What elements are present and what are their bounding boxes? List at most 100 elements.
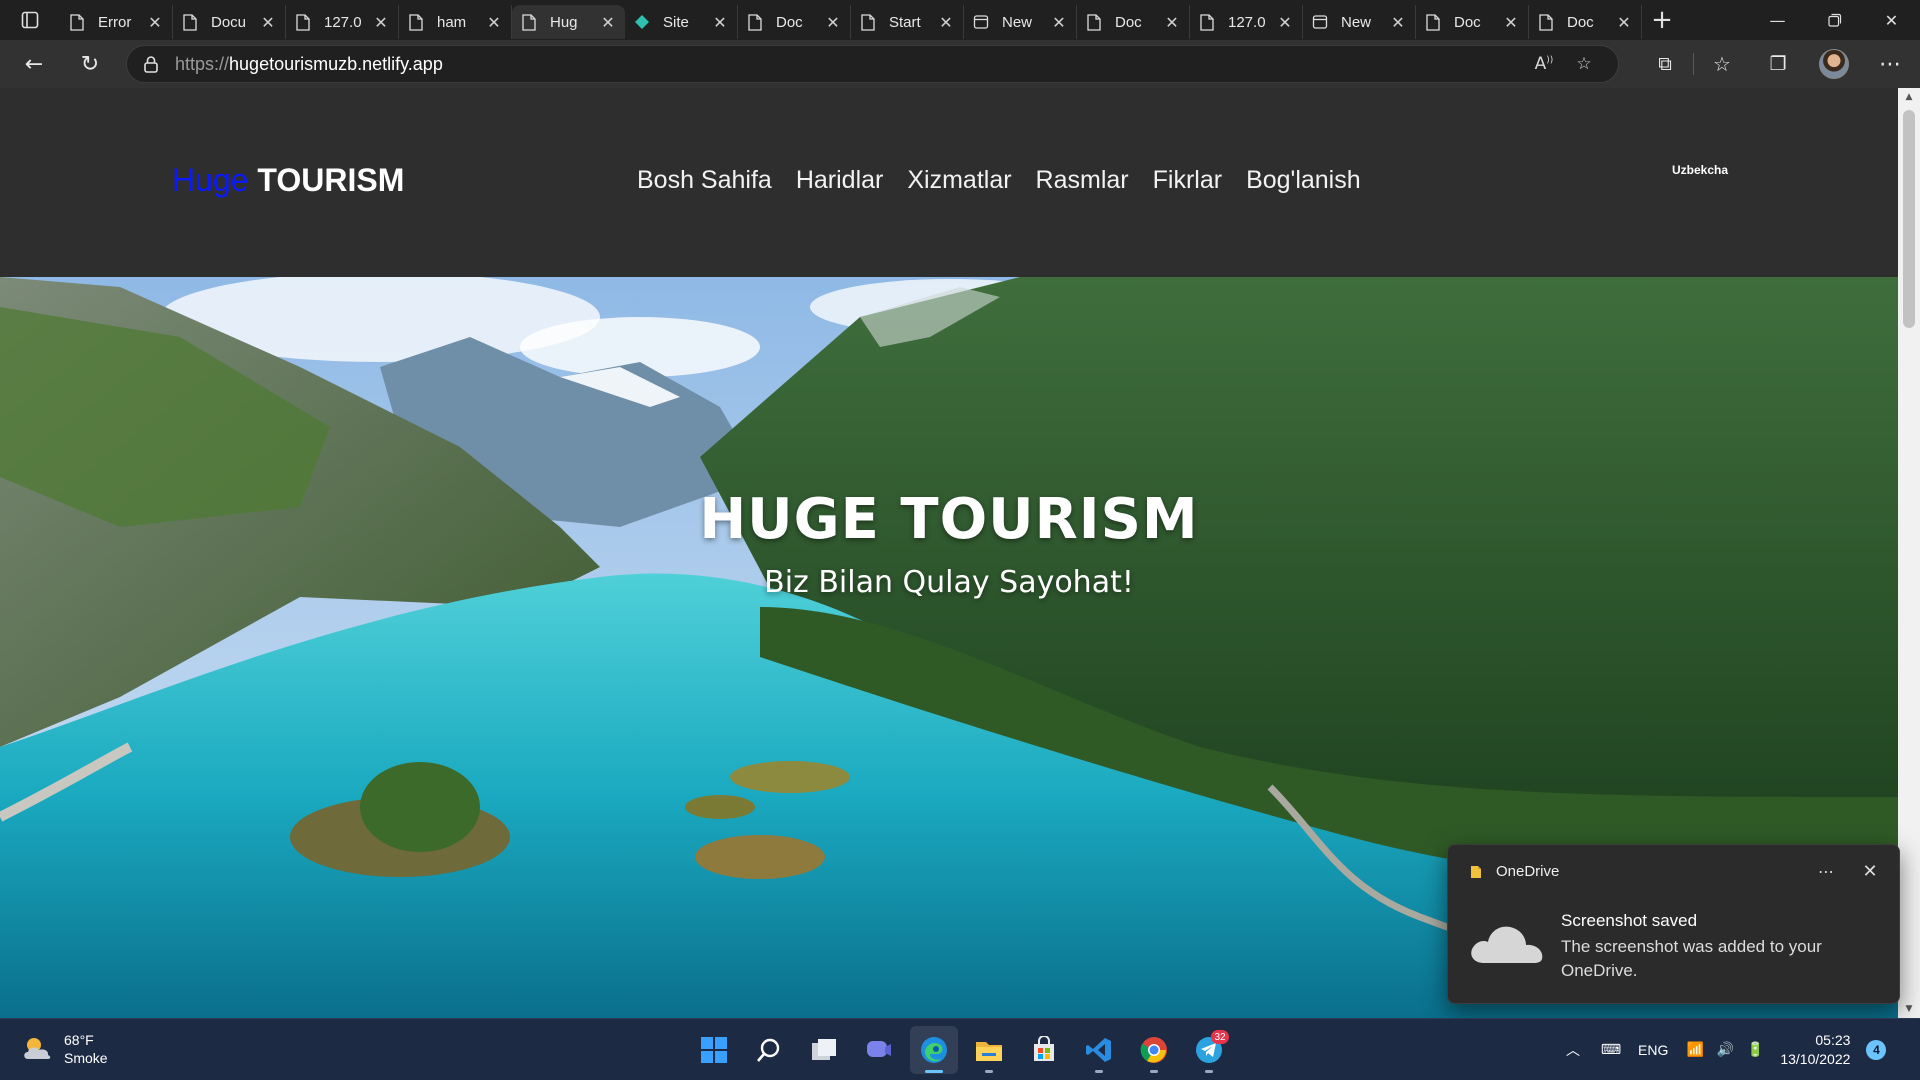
- nav-link[interactable]: Rasmlar: [1036, 166, 1129, 195]
- tab-close-icon[interactable]: ✕: [1050, 13, 1068, 32]
- start-icon: [701, 1037, 727, 1063]
- browser-tab[interactable]: Start ✕: [851, 5, 964, 39]
- browser-tab[interactable]: Doc ✕: [1529, 5, 1642, 39]
- url-text: https://hugetourismuzb.netlify.app: [175, 54, 1524, 75]
- scroll-down-arrow-icon[interactable]: ▼: [1898, 1000, 1920, 1018]
- page-icon: [746, 13, 764, 31]
- nav-link[interactable]: Haridlar: [796, 166, 884, 195]
- tab-close-icon[interactable]: ✕: [1389, 13, 1407, 32]
- close-icon: ✕: [1884, 10, 1899, 30]
- battery-button[interactable]: 🔋: [1740, 1035, 1770, 1065]
- store-button[interactable]: [1020, 1026, 1068, 1074]
- language-selector[interactable]: Uzbekcha: [1672, 163, 1728, 177]
- vscode-icon: [1086, 1038, 1111, 1062]
- tab-list: Error ✕ Docu ✕ 127.0 ✕ ham ✕ Hug ✕ Site ✕ Doc ✕ Start ✕…: [60, 1, 1642, 39]
- collections-button[interactable]: ❐: [1750, 44, 1806, 84]
- battery-icon: 🔋: [1746, 1042, 1765, 1058]
- nav-link[interactable]: Fikrlar: [1153, 166, 1222, 195]
- browser-tab[interactable]: Hug ✕: [512, 5, 625, 39]
- weather-widget[interactable]: 68°F Smoke: [22, 1031, 108, 1067]
- touch-keyboard-button[interactable]: ⌨: [1596, 1035, 1626, 1065]
- task-view-icon: [812, 1039, 836, 1060]
- tab-close-icon[interactable]: ✕: [1502, 13, 1520, 32]
- hero-title: HUGE TOURISM: [699, 487, 1199, 552]
- favorites-icon: ☆: [1713, 52, 1731, 76]
- settings-menu-button[interactable]: ⋯: [1862, 44, 1918, 84]
- tab-close-icon[interactable]: ✕: [485, 13, 503, 32]
- clock[interactable]: 05:23 13/10/2022: [1780, 1031, 1850, 1069]
- show-hidden-icons-button[interactable]: ︿: [1558, 1035, 1588, 1065]
- browser-tab[interactable]: Doc ✕: [1416, 5, 1529, 39]
- toast-more-button[interactable]: ⋯: [1808, 857, 1844, 885]
- task-view-button[interactable]: [800, 1026, 848, 1074]
- new-tab-button[interactable]: +: [1642, 0, 1682, 40]
- close-window-button[interactable]: ✕: [1863, 0, 1920, 40]
- scrollbar-thumb[interactable]: [1903, 110, 1915, 328]
- browser-tab[interactable]: 127.0 ✕: [1190, 5, 1303, 39]
- browser-tab[interactable]: New ✕: [1303, 5, 1416, 39]
- tab-actions-button[interactable]: [0, 0, 60, 40]
- back-arrow-icon: ←: [24, 51, 44, 77]
- address-bar[interactable]: https://hugetourismuzb.netlify.app A)) ☆: [126, 45, 1619, 83]
- newtab-icon: [1311, 13, 1329, 31]
- tab-close-icon[interactable]: ✕: [372, 13, 390, 32]
- netlify-icon: [633, 13, 651, 31]
- nav-link[interactable]: Bosh Sahifa: [637, 166, 772, 195]
- browser-tab[interactable]: Docu ✕: [173, 5, 286, 39]
- input-language[interactable]: ENG: [1638, 1042, 1668, 1058]
- avatar: [1819, 49, 1849, 79]
- chrome-button[interactable]: [1130, 1026, 1178, 1074]
- profile-button[interactable]: [1806, 44, 1862, 84]
- start-button[interactable]: [690, 1026, 738, 1074]
- vscode-button[interactable]: [1075, 1026, 1123, 1074]
- browser-tab[interactable]: 127.0 ✕: [286, 5, 399, 39]
- favorites-button[interactable]: ☆: [1694, 44, 1750, 84]
- tab-close-icon[interactable]: ✕: [259, 13, 277, 32]
- browser-tab[interactable]: Error ✕: [60, 5, 173, 39]
- page-scrollbar[interactable]: ▲ ▼: [1898, 88, 1920, 1018]
- network-button[interactable]: 📶: [1680, 1035, 1710, 1065]
- onedrive-notification[interactable]: OneDrive ⋯ ✕ Screenshot saved The screen…: [1447, 844, 1900, 1004]
- browser-toolbar: ← ↻ https://hugetourismuzb.netlify.app A…: [0, 40, 1920, 88]
- hero-subtitle: Biz Bilan Qulay Sayohat!: [764, 565, 1134, 600]
- puzzle-icon: ⧉: [1658, 53, 1672, 75]
- browser-tab[interactable]: Doc ✕: [1077, 5, 1190, 39]
- telegram-button[interactable]: 32: [1185, 1026, 1233, 1074]
- add-favorite-button[interactable]: ☆: [1564, 49, 1604, 79]
- chat-button[interactable]: [855, 1026, 903, 1074]
- scroll-up-arrow-icon[interactable]: ▲: [1898, 88, 1920, 106]
- browser-tab[interactable]: ham ✕: [399, 5, 512, 39]
- window-controls: — ✕: [1749, 0, 1920, 40]
- edge-button[interactable]: [910, 1026, 958, 1074]
- search-button[interactable]: [745, 1026, 793, 1074]
- tab-close-icon[interactable]: ✕: [1615, 13, 1633, 32]
- tab-close-icon[interactable]: ✕: [937, 13, 955, 32]
- nav-link[interactable]: Xizmatlar: [907, 166, 1011, 195]
- volume-button[interactable]: 🔊: [1710, 1035, 1740, 1065]
- nav-link[interactable]: Bog'lanish: [1246, 166, 1361, 195]
- clock-date: 13/10/2022: [1780, 1051, 1851, 1067]
- extensions-button[interactable]: ⧉: [1637, 44, 1693, 84]
- newtab-icon: [972, 13, 990, 31]
- collections-icon: ❐: [1769, 53, 1787, 75]
- tab-close-icon[interactable]: ✕: [1276, 13, 1294, 32]
- tab-title: Doc: [1454, 13, 1481, 31]
- running-indicator: [1205, 1070, 1213, 1073]
- notification-count-badge[interactable]: 4: [1866, 1040, 1887, 1060]
- tab-close-icon[interactable]: ✕: [824, 13, 842, 32]
- toast-close-button[interactable]: ✕: [1852, 857, 1888, 885]
- restore-button[interactable]: [1806, 0, 1863, 40]
- site-logo[interactable]: Huge TOURISM: [172, 162, 404, 199]
- refresh-button[interactable]: ↻: [68, 44, 112, 84]
- tab-close-icon[interactable]: ✕: [1163, 13, 1181, 32]
- back-button[interactable]: ←: [12, 44, 56, 84]
- browser-tab[interactable]: Site ✕: [625, 5, 738, 39]
- minimize-button[interactable]: —: [1749, 0, 1806, 40]
- tab-close-icon[interactable]: ✕: [599, 13, 617, 32]
- browser-tab[interactable]: Doc ✕: [738, 5, 851, 39]
- tab-close-icon[interactable]: ✕: [146, 13, 164, 32]
- browser-tab[interactable]: New ✕: [964, 5, 1077, 39]
- read-aloud-button[interactable]: A)): [1524, 49, 1564, 79]
- file-explorer-button[interactable]: [965, 1026, 1013, 1074]
- tab-close-icon[interactable]: ✕: [711, 13, 729, 32]
